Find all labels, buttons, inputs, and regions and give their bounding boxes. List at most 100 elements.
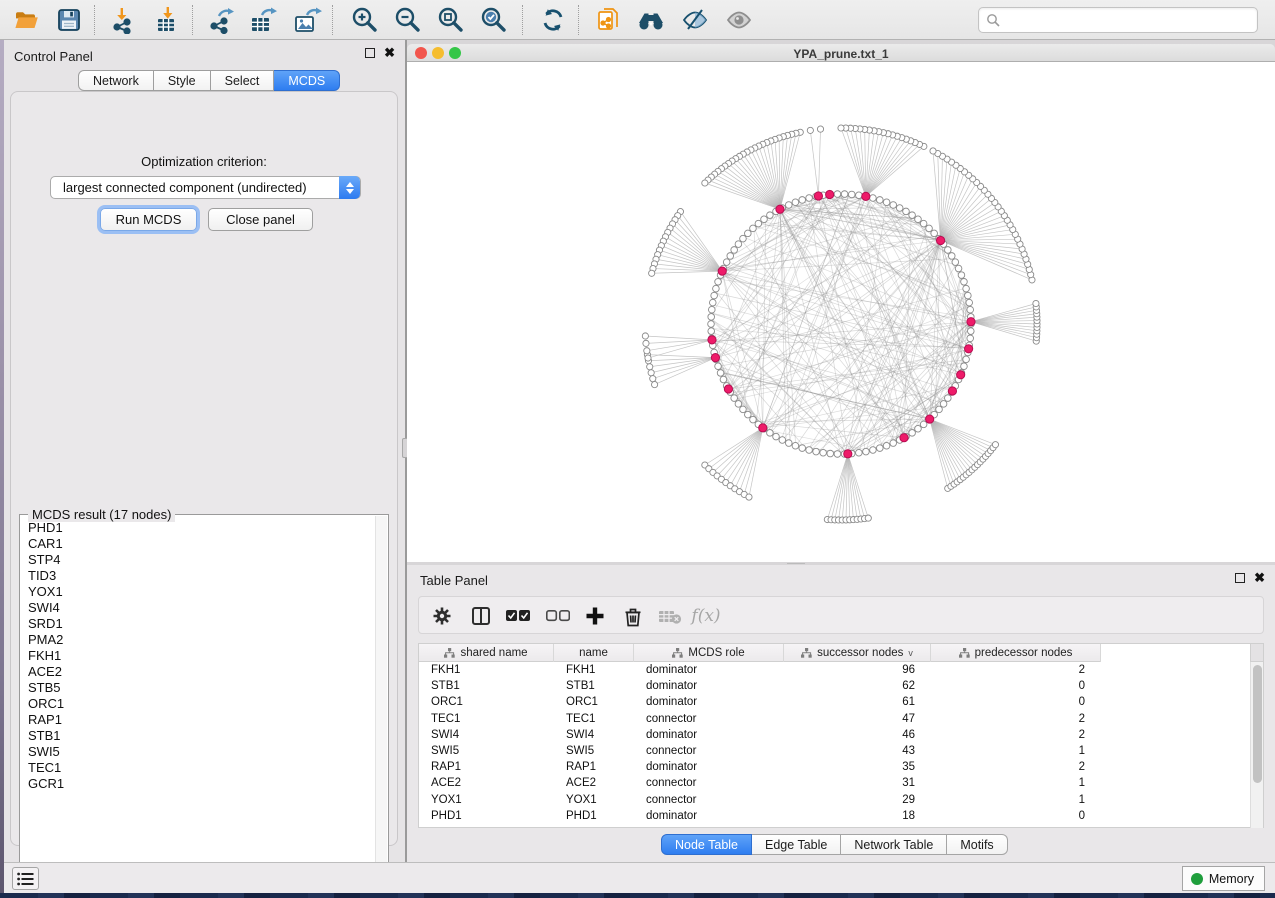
result-node[interactable]: PMA2: [21, 632, 373, 648]
save-icon: [55, 6, 83, 34]
result-node[interactable]: ORC1: [21, 696, 373, 712]
delete-table-icon: [658, 607, 682, 625]
memory-button[interactable]: Memory: [1182, 866, 1265, 891]
table-panel-title: Table Panel: [420, 573, 488, 588]
table-row[interactable]: RAP1RAP1dominator352: [419, 759, 1251, 775]
column-header-name[interactable]: name: [554, 644, 634, 662]
float-table-panel-icon[interactable]: [1235, 573, 1245, 583]
export-table-button[interactable]: [246, 4, 280, 36]
delete-column-button[interactable]: [618, 602, 648, 630]
run-mcds-button[interactable]: Run MCDS: [100, 208, 197, 231]
search-field[interactable]: [978, 7, 1258, 33]
control-panel-title: Control Panel: [14, 49, 93, 64]
result-node[interactable]: TEC1: [21, 760, 373, 776]
open-button[interactable]: [10, 4, 44, 36]
table-cell: RAP1: [419, 761, 554, 773]
zoom-fit-button[interactable]: [434, 4, 468, 36]
import-network-icon: [109, 6, 137, 34]
table-scrollbar-thumb[interactable]: [1253, 665, 1262, 783]
table-settings-button[interactable]: [427, 602, 457, 630]
tab-motifs[interactable]: Motifs: [947, 834, 1007, 855]
table-cell: SWI5: [419, 745, 554, 757]
share-network-button[interactable]: [592, 4, 626, 36]
criterion-dropdown[interactable]: largest connected component (undirected): [50, 176, 361, 199]
result-scrollbar[interactable]: [375, 516, 387, 878]
column-header-predecessor-nodes[interactable]: predecessor nodes: [931, 644, 1101, 662]
result-node[interactable]: STP4: [21, 552, 373, 568]
delete-table-button[interactable]: [655, 602, 685, 630]
result-node[interactable]: SRD1: [21, 616, 373, 632]
table-cell: YOX1: [554, 794, 634, 806]
table-row[interactable]: YOX1YOX1connector291: [419, 792, 1251, 808]
select-all-icon: [506, 609, 530, 623]
column-header-MCDS-role[interactable]: MCDS role: [634, 644, 784, 662]
result-node[interactable]: TID3: [21, 568, 373, 584]
table-cell: dominator: [634, 761, 784, 773]
export-network-button[interactable]: [204, 4, 238, 36]
tab-edge-table[interactable]: Edge Table: [752, 834, 841, 855]
hide-details-button[interactable]: [678, 4, 712, 36]
result-node[interactable]: SWI5: [21, 744, 373, 760]
table-row[interactable]: SWI4SWI4dominator462: [419, 727, 1251, 743]
result-node[interactable]: RAP1: [21, 712, 373, 728]
tab-network-table[interactable]: Network Table: [841, 834, 947, 855]
table-row[interactable]: TEC1TEC1connector472: [419, 711, 1251, 727]
import-table-button[interactable]: [150, 4, 184, 36]
table-row[interactable]: ORC1ORC1dominator610: [419, 694, 1251, 710]
table-header-corner: [1250, 644, 1263, 662]
find-button[interactable]: [634, 4, 668, 36]
table-cell: STB1: [554, 680, 634, 692]
save-button[interactable]: [52, 4, 86, 36]
result-node[interactable]: STB5: [21, 680, 373, 696]
float-panel-icon[interactable]: [365, 48, 375, 58]
show-columns-button[interactable]: [466, 602, 496, 630]
table-row[interactable]: ACE2ACE2connector311: [419, 775, 1251, 791]
close-table-panel-icon[interactable]: ✖: [1254, 573, 1265, 583]
search-input[interactable]: [1004, 13, 1257, 27]
result-node[interactable]: ACE2: [21, 664, 373, 680]
tab-style[interactable]: Style: [154, 70, 211, 91]
select-all-button[interactable]: [503, 602, 533, 630]
column-header-shared-name[interactable]: shared name: [419, 644, 554, 662]
tab-node-table[interactable]: Node Table: [661, 834, 752, 855]
deselect-all-button[interactable]: [543, 602, 573, 630]
export-image-button[interactable]: [290, 4, 324, 36]
table-row[interactable]: FKH1FKH1dominator962: [419, 662, 1251, 678]
table-row[interactable]: STB1STB1dominator620: [419, 678, 1251, 694]
refresh-button[interactable]: [536, 4, 570, 36]
export-image-icon: [292, 6, 322, 34]
table-row[interactable]: SWI5SWI5connector431: [419, 743, 1251, 759]
network-titlebar[interactable]: YPA_prune.txt_1: [407, 44, 1275, 62]
zoom-selected-button[interactable]: [477, 4, 511, 36]
result-node[interactable]: YOX1: [21, 584, 373, 600]
mcds-result-list[interactable]: PHD1CAR1STP4TID3YOX1SWI4SRD1PMA2FKH1ACE2…: [21, 520, 373, 872]
tab-select[interactable]: Select: [211, 70, 275, 91]
function-builder-button[interactable]: f(x): [691, 602, 721, 630]
share-network-icon: [595, 6, 623, 34]
result-node[interactable]: FKH1: [21, 648, 373, 664]
result-node[interactable]: STB1: [21, 728, 373, 744]
task-history-button[interactable]: [12, 867, 39, 890]
table-scrollbar[interactable]: [1250, 662, 1263, 828]
table-cell: dominator: [634, 664, 784, 676]
column-header-successor-nodes[interactable]: successor nodesv: [784, 644, 931, 662]
zoom-out-button[interactable]: [391, 4, 425, 36]
result-node[interactable]: GCR1: [21, 776, 373, 792]
import-network-button[interactable]: [106, 4, 140, 36]
zoom-in-button[interactable]: [348, 4, 382, 36]
right-column: YPA_prune.txt_1 Table Panel ✖ f(: [407, 40, 1275, 862]
table-row[interactable]: PHD1PHD1dominator180: [419, 808, 1251, 824]
add-column-button[interactable]: [580, 602, 610, 630]
close-panel-button[interactable]: Close panel: [208, 208, 313, 231]
result-node[interactable]: SWI4: [21, 600, 373, 616]
result-node[interactable]: PHD1: [21, 520, 373, 536]
show-details-button[interactable]: [722, 4, 756, 36]
close-panel-icon[interactable]: ✖: [384, 48, 395, 58]
network-canvas[interactable]: [407, 62, 1275, 562]
network-graph: [407, 62, 1275, 562]
tab-network[interactable]: Network: [78, 70, 154, 91]
refresh-icon: [539, 6, 567, 34]
main-toolbar: [0, 0, 1275, 40]
result-node[interactable]: CAR1: [21, 536, 373, 552]
tab-mcds[interactable]: MCDS: [274, 70, 340, 91]
